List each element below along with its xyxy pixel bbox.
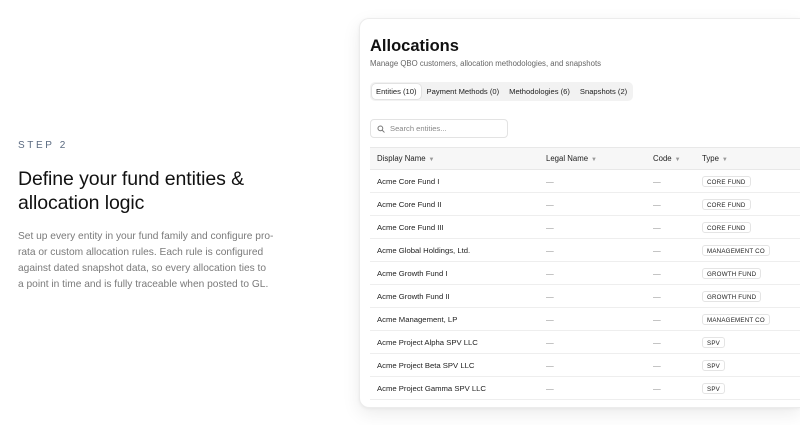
code-cell: —	[653, 361, 661, 370]
table-row[interactable]: Acme Project Beta SPV LLC — — SPV	[370, 354, 800, 377]
table-row[interactable]: Acme Core Fund III — — CORE FUND	[370, 216, 800, 239]
page-title: Allocations	[370, 37, 459, 55]
tab-entities[interactable]: Entities (10)	[372, 84, 421, 99]
table-row[interactable]: Acme Core Fund I — — CORE FUND	[370, 170, 800, 193]
intro-section: STEP 2 Define your fund entities & alloc…	[18, 140, 288, 293]
table-row[interactable]: Acme Growth Fund II — — GROWTH FUND	[370, 285, 800, 308]
code-cell: —	[653, 338, 661, 347]
legal-name-cell: —	[546, 200, 554, 209]
type-badge: SPV	[702, 337, 725, 348]
legal-name-cell: —	[546, 384, 554, 393]
type-badge: MANAGEMENT CO	[702, 314, 770, 325]
search-icon	[377, 120, 385, 138]
tab-snapshots[interactable]: Snapshots (2)	[576, 84, 631, 99]
legal-name-cell: —	[546, 269, 554, 278]
sort-caret-icon: ▼	[428, 157, 435, 163]
column-header-type[interactable]: Type ▼	[702, 148, 728, 170]
search-input[interactable]	[390, 124, 500, 133]
sort-caret-icon: ▼	[591, 157, 597, 163]
legal-name-cell: —	[546, 177, 554, 186]
code-cell: —	[653, 269, 661, 278]
legal-name-cell: —	[546, 223, 554, 232]
code-cell: —	[653, 200, 661, 209]
sort-caret-icon: ▼	[721, 157, 728, 163]
page-subtitle: Manage QBO customers, allocation methodo…	[370, 59, 602, 68]
table-row[interactable]: Acme Project Alpha SPV LLC — — SPV	[370, 331, 800, 354]
legal-name-cell: —	[546, 338, 554, 347]
display-name-cell: Acme Growth Fund I	[377, 269, 448, 278]
table-row[interactable]: Acme Global Holdings, Ltd. — — MANAGEMEN…	[370, 239, 800, 262]
column-header-legal-name[interactable]: Legal Name ▼	[546, 148, 597, 170]
type-badge: GROWTH FUND	[702, 291, 762, 302]
display-name-cell: Acme Project Beta SPV LLC	[377, 361, 475, 370]
display-name-cell: Acme Core Fund I	[377, 177, 440, 186]
legal-name-cell: —	[546, 246, 554, 255]
type-badge: CORE FUND	[702, 222, 751, 233]
headline: Define your fund entities & allocation l…	[18, 168, 245, 214]
type-badge: MANAGEMENT CO	[702, 245, 770, 256]
code-cell: —	[653, 315, 661, 324]
search-box[interactable]	[370, 119, 508, 138]
display-name-cell: Acme Core Fund II	[377, 200, 442, 209]
legal-name-cell: —	[546, 315, 554, 324]
entities-table: Display Name ▼ Legal Name ▼ Code ▼ Type ▼ Ac…	[370, 147, 800, 400]
legal-name-cell: —	[546, 361, 554, 370]
type-badge: GROWTH FUND	[702, 268, 762, 279]
table-row[interactable]: Acme Project Gamma SPV LLC — — SPV	[370, 377, 800, 400]
tab-payment-methods[interactable]: Payment Methods (0)	[423, 84, 504, 99]
code-cell: —	[653, 246, 661, 255]
display-name-cell: Acme Project Gamma SPV LLC	[377, 384, 486, 393]
column-header-display-name[interactable]: Display Name ▼	[377, 148, 434, 170]
tab-methodologies[interactable]: Methodologies (6)	[505, 84, 574, 99]
type-badge: SPV	[702, 360, 725, 371]
display-name-cell: Acme Growth Fund II	[377, 292, 450, 301]
step-label: STEP 2	[18, 140, 68, 151]
display-name-cell: Acme Global Holdings, Ltd.	[377, 246, 471, 255]
column-header-code[interactable]: Code ▼	[653, 148, 681, 170]
code-cell: —	[653, 177, 661, 186]
tab-bar: Entities (10) Payment Methods (0) Method…	[370, 82, 634, 101]
sort-caret-icon: ▼	[674, 157, 681, 163]
legal-name-cell: —	[546, 292, 554, 301]
table-row[interactable]: Acme Growth Fund I — — GROWTH FUND	[370, 262, 800, 285]
description: Set up every entity in your fund family …	[18, 231, 274, 290]
type-badge: SPV	[702, 383, 725, 394]
code-cell: —	[653, 292, 661, 301]
type-badge: CORE FUND	[702, 199, 751, 210]
table-row[interactable]: Acme Core Fund II — — CORE FUND	[370, 193, 800, 216]
table-header: Display Name ▼ Legal Name ▼ Code ▼ Type ▼	[370, 148, 800, 170]
display-name-cell: Acme Project Alpha SPV LLC	[377, 338, 478, 347]
display-name-cell: Acme Management, LP	[377, 315, 458, 324]
code-cell: —	[653, 223, 661, 232]
table-row[interactable]: Acme Management, LP — — MANAGEMENT CO	[370, 308, 800, 331]
type-badge: CORE FUND	[702, 176, 751, 187]
display-name-cell: Acme Core Fund III	[377, 223, 444, 232]
code-cell: —	[653, 384, 661, 393]
allocations-window: Allocations Manage QBO customers, alloca…	[359, 18, 800, 408]
